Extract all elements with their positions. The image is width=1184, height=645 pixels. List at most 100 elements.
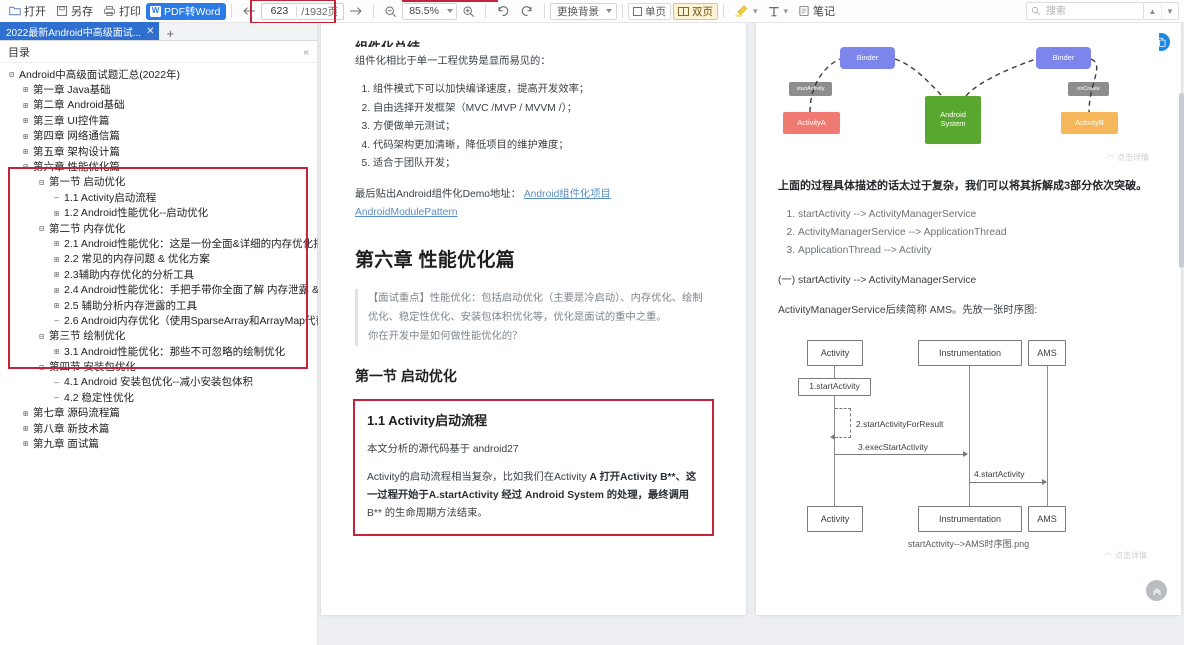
background-select[interactable]: 更换背景: [550, 3, 617, 20]
toc-item[interactable]: ⊟第二节 内存优化: [6, 221, 317, 236]
toc-item[interactable]: ⊞第七章 源码流程篇: [6, 406, 317, 421]
pdf-to-word-label: PDF转Word: [164, 4, 220, 19]
toc-item[interactable]: ⊟Android中高级面试题汇总(2022年): [6, 67, 317, 82]
toc-item[interactable]: ⊞2.5 辅助分析内存泄露的工具: [6, 298, 317, 313]
zoom-out-button[interactable]: [379, 2, 402, 21]
search-input[interactable]: [1044, 5, 1141, 18]
app-body: 2022最新Android中高级面试... ✕ + 目录 « ⊟Android中…: [0, 23, 1184, 645]
toc-item[interactable]: ⊞第八章 新技术篇: [6, 421, 317, 436]
toc-item[interactable]: –4.2 稳定性优化: [6, 390, 317, 405]
toc-item[interactable]: ⊞第四章 网络通信篇: [6, 129, 317, 144]
toc-item[interactable]: ⊟第一节 启动优化: [6, 175, 317, 190]
save-button[interactable]: 另存: [51, 2, 98, 21]
toc-item[interactable]: –2.6 Android内存优化（使用SparseArray和ArrayMap代…: [6, 313, 317, 328]
toc-item[interactable]: ⊞1.2 Android性能优化--启动优化: [6, 206, 317, 221]
toc-item[interactable]: ⊞2.3辅助内存优化的分析工具: [6, 267, 317, 282]
folder-open-icon: [9, 5, 21, 17]
tree-toggle-icon[interactable]: ⊟: [20, 162, 31, 171]
advantages-list: 组件模式下可以加快编译速度，提高开发效率；自由选择开发框架（MVC /MVP /…: [355, 81, 712, 174]
search-nav-group: ▲ ▼: [1144, 2, 1179, 20]
page-number-input[interactable]: [262, 4, 296, 19]
redo-button[interactable]: [515, 2, 539, 21]
search-next-button[interactable]: ▼: [1161, 3, 1178, 19]
toc-item[interactable]: ⊞2.2 常见的内存问题 & 优化方案: [6, 252, 317, 267]
close-icon[interactable]: ✕: [145, 26, 155, 37]
flow-diagram: Binder Binder startActivity onCreate Act…: [778, 33, 1159, 169]
tree-toggle-icon[interactable]: ⊟: [36, 332, 47, 341]
seq-actor-activity-bottom: Activity: [807, 506, 863, 532]
new-tab-button[interactable]: +: [159, 27, 181, 40]
print-button[interactable]: 打印: [98, 2, 146, 21]
toc-item-label: 第二章 Android基础: [31, 99, 125, 111]
tree-toggle-icon[interactable]: ⊞: [20, 424, 31, 433]
toc-item-label: 第三节 绘制优化: [47, 330, 125, 342]
pdf-to-word-button[interactable]: W PDF转Word: [146, 3, 226, 20]
single-page-toggle[interactable]: 单页: [628, 3, 671, 20]
undo-button[interactable]: [491, 2, 515, 21]
toc-item[interactable]: ⊞第五章 架构设计篇: [6, 144, 317, 159]
tree-toggle-icon[interactable]: ⊟: [36, 224, 47, 233]
demo-prefix: 最后贴出Android组件化Demo地址：: [355, 189, 521, 200]
previous-page-button[interactable]: [237, 2, 261, 21]
tree-toggle-icon[interactable]: ⊞: [20, 85, 31, 94]
tree-toggle-icon[interactable]: ⊟: [6, 70, 17, 79]
toc-item[interactable]: ⊞3.1 Android性能优化：那些不可忽略的绘制优化: [6, 344, 317, 359]
tree-toggle-icon[interactable]: ⊞: [20, 439, 31, 448]
zoom-level-select[interactable]: 85.5%: [402, 3, 457, 20]
toc-item[interactable]: ⊞第九章 面试篇: [6, 436, 317, 451]
dual-page-toggle[interactable]: 双页: [673, 3, 718, 20]
toc-item-label: 2.2 常见的内存问题 & 优化方案: [62, 253, 210, 265]
seq-message-4: 4.startActivity: [974, 467, 1025, 482]
search-prev-button[interactable]: ▲: [1144, 3, 1161, 19]
toc-item[interactable]: ⊟第四节 安装包优化: [6, 359, 317, 374]
toc-item[interactable]: ⊞2.4 Android性能优化：手把手带你全面了解 内存泄露 & 解决方案: [6, 282, 317, 297]
page-number-control[interactable]: /1932页: [261, 3, 344, 20]
toc-item[interactable]: ⊟第三节 绘制优化: [6, 329, 317, 344]
document-viewer[interactable]: 组件化总结 组件化相比于单一工程优势是显而易见的： 组件模式下可以加快编译速度，…: [318, 23, 1184, 645]
tree-toggle-icon[interactable]: ⊞: [20, 101, 31, 110]
arrow-right-icon: [349, 5, 363, 17]
open-button[interactable]: 打开: [4, 2, 51, 21]
toc-item-label: 第一章 Java基础: [31, 84, 111, 96]
seq-message-2: 2.startActivityForResult: [856, 417, 943, 432]
toc-item[interactable]: ⊟第六章 性能优化篇: [6, 159, 317, 174]
toc-item[interactable]: ⊞2.1 Android性能优化：这是一份全面&详细的内存优化指南: [6, 236, 317, 251]
tree-toggle-icon[interactable]: ⊟: [36, 178, 47, 187]
tree-toggle-icon[interactable]: ⊞: [20, 116, 31, 125]
toc-item[interactable]: –4.1 Android 安装包优化--减小安装包体积: [6, 375, 317, 390]
tree-toggle-icon[interactable]: ⊞: [20, 147, 31, 156]
tree-toggle-icon[interactable]: ⊞: [51, 347, 62, 356]
tree-toggle-icon[interactable]: ⊞: [51, 255, 62, 264]
demo-link-1[interactable]: Android组件化项目: [524, 189, 611, 200]
notes-button[interactable]: 笔记: [793, 2, 840, 21]
chevron-down-icon: [606, 9, 612, 13]
tree-toggle-icon[interactable]: ⊞: [51, 209, 62, 218]
subsection-paragraph-1: 本文分析的源代码基于 android27: [367, 441, 700, 459]
highlighter-button[interactable]: ▾: [729, 2, 763, 21]
toc-item[interactable]: –1.1 Activity启动流程: [6, 190, 317, 205]
tree-toggle-icon[interactable]: ⊞: [51, 270, 62, 279]
document-tab[interactable]: 2022最新Android中高级面试... ✕: [0, 22, 159, 40]
next-page-button[interactable]: [344, 2, 368, 21]
tree-toggle-icon[interactable]: ⊞: [51, 286, 62, 295]
search-box[interactable]: [1026, 2, 1144, 20]
tree-leaf-icon: –: [51, 193, 62, 202]
toc-item[interactable]: ⊞第二章 Android基础: [6, 98, 317, 113]
highlighter-icon: [734, 4, 749, 18]
scroll-to-top-button[interactable]: [1146, 580, 1167, 601]
tree-toggle-icon[interactable]: ⊟: [36, 363, 47, 372]
tree-toggle-icon[interactable]: ⊞: [20, 132, 31, 141]
collapse-icon[interactable]: «: [303, 47, 309, 58]
demo-link-2[interactable]: AndroidModulePattern: [355, 207, 457, 218]
vertical-scrollbar[interactable]: [1179, 93, 1184, 268]
text-tool-button[interactable]: ▾: [763, 2, 794, 21]
save-disk-icon: [56, 5, 68, 17]
toc-item[interactable]: ⊞第三章 UI控件篇: [6, 113, 317, 128]
zoom-in-button[interactable]: [457, 2, 480, 21]
toolbar-divider-2: [373, 4, 374, 18]
tree-toggle-icon[interactable]: ⊞: [51, 239, 62, 248]
tree-toggle-icon[interactable]: ⊞: [20, 409, 31, 418]
tree-toggle-icon[interactable]: ⊞: [51, 301, 62, 310]
toc-item[interactable]: ⊞第一章 Java基础: [6, 82, 317, 97]
chevron-down-icon: [447, 9, 453, 13]
